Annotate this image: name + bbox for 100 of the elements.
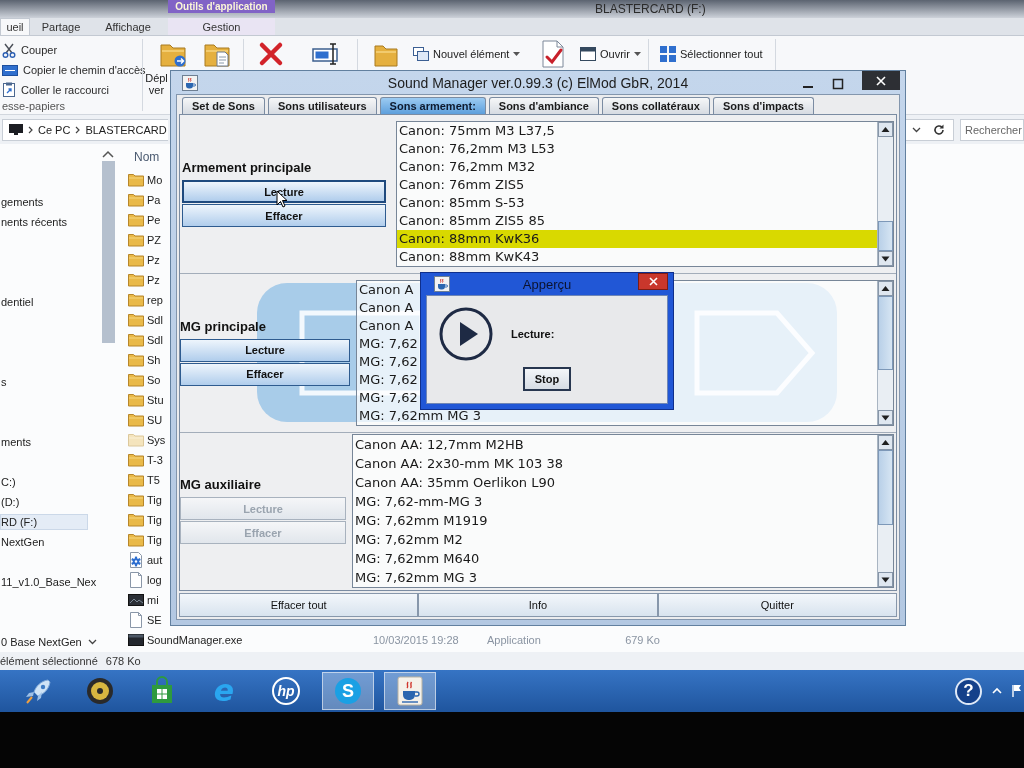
list-item[interactable]: Canon AA: 12,7mm M2HB: [353, 435, 528, 455]
list-item[interactable]: Canon A: [357, 299, 418, 317]
list-item[interactable]: MG: 7,62: [357, 371, 422, 389]
breadcrumb[interactable]: BLASTERCARD: [85, 123, 167, 136]
file-name[interactable]: Tig: [147, 494, 162, 506]
file-name[interactable]: log: [147, 574, 162, 586]
file-name[interactable]: rep: [147, 294, 163, 306]
stop-button[interactable]: Stop: [522, 367, 572, 391]
select-all-button[interactable]: Sélectionner tout: [660, 46, 774, 62]
nav-item[interactable]: gements: [0, 194, 48, 210]
open-button[interactable]: Ouvrir: [580, 46, 646, 62]
scroll-up-icon[interactable]: [878, 281, 893, 296]
nav-item[interactable]: 11_v1.0_Base_Nex: [0, 574, 101, 590]
file-name[interactable]: SoundManager.exe: [147, 634, 243, 646]
file-name[interactable]: Pz: [147, 254, 160, 266]
file-name[interactable]: T5: [147, 474, 160, 486]
ribbon-tab[interactable]: ueil: [0, 18, 30, 35]
scrollbar-thumb[interactable]: [878, 221, 893, 252]
list-item[interactable]: MG: 7,62: [357, 353, 422, 371]
tab[interactable]: Sons utilisateurs: [267, 97, 377, 114]
scroll-up-icon[interactable]: [102, 150, 114, 158]
nav-item[interactable]: 0 Base NextGen: [0, 634, 101, 650]
file-name[interactable]: mi: [147, 594, 159, 606]
x-icon[interactable]: [258, 41, 284, 67]
ribbon-tab[interactable]: Affichage: [92, 18, 164, 35]
checked-page-icon[interactable]: [540, 40, 566, 68]
list-item[interactable]: Canon: 88mm KwK43: [397, 248, 544, 267]
info-button[interactable]: Info: [418, 593, 658, 617]
scrollbar[interactable]: [877, 281, 893, 425]
nav-item[interactable]: ments: [0, 434, 35, 450]
sound-list[interactable]: Canon: 75mm M3 L37,5 Canon: 76,2mm M3 L53 Canon: 76,2mm M32 Canon: 76mm ZIS5 Canon: 85mm S-53 Canon: 85mm ZIS5 85 Canon: 88mm KwK36 Canon: 88mm KwK43: [396, 121, 894, 268]
scroll-up-icon[interactable]: [878, 122, 893, 138]
ribbon-tab[interactable]: Gestion: [168, 18, 275, 35]
scrollbar[interactable]: [877, 122, 893, 267]
file-name[interactable]: Stu: [147, 394, 164, 406]
list-item[interactable]: MG: 7,62: [357, 335, 422, 353]
list-item[interactable]: MG: 7,62mm MG 3: [353, 568, 481, 588]
scrollbar-thumb[interactable]: [101, 161, 115, 343]
list-item[interactable]: Canon A: [357, 317, 418, 335]
file-name[interactable]: Sh: [147, 354, 161, 366]
file-name[interactable]: Pz: [147, 274, 160, 286]
list-item[interactable]: MG: 7,62-mm-MG 3: [353, 492, 487, 512]
tab[interactable]: Sons d'ambiance: [488, 97, 599, 114]
scroll-down-icon[interactable]: [878, 251, 893, 267]
tab[interactable]: Sons collatéraux: [601, 97, 710, 114]
scroll-down-icon[interactable]: [878, 410, 893, 425]
tab[interactable]: Set de Sons: [182, 97, 265, 114]
refresh-icon[interactable]: [933, 123, 945, 136]
list-item[interactable]: Canon: 88mm KwK36: [397, 230, 877, 249]
file-name[interactable]: Sdl: [147, 314, 163, 326]
file-name[interactable]: Mo: [147, 174, 163, 186]
breadcrumb[interactable]: Ce PC: [38, 123, 71, 136]
chevron-down-icon[interactable]: [912, 126, 921, 133]
clear-button[interactable]: Effacer: [182, 204, 386, 228]
chevron-up-icon[interactable]: [992, 687, 1002, 695]
tab[interactable]: Sons d'impacts: [712, 97, 814, 114]
close-button[interactable]: [862, 71, 900, 90]
list-item[interactable]: Canon: 85mm ZIS5 85: [397, 212, 549, 231]
column-header[interactable]: Nom: [134, 150, 160, 164]
file-name[interactable]: SU: [147, 414, 163, 426]
scrollbar[interactable]: [877, 435, 893, 588]
file-name[interactable]: So: [147, 374, 161, 386]
list-item[interactable]: MG: 7,62: [357, 389, 422, 407]
list-item[interactable]: MG: 7,62mm M2: [353, 530, 467, 550]
maximize-icon[interactable]: [832, 77, 844, 90]
nav-item[interactable]: C:): [0, 474, 20, 490]
file-name[interactable]: Pe: [147, 214, 161, 226]
file-name[interactable]: SE: [147, 614, 162, 626]
quit-button[interactable]: Quitter: [657, 593, 897, 617]
list-item[interactable]: Canon AA: 2x30-mm MK 103 38: [353, 454, 568, 474]
scroll-up-icon[interactable]: [878, 435, 893, 451]
taskbar-button[interactable]: hp: [260, 672, 312, 710]
help-button[interactable]: ?: [955, 677, 982, 705]
file-name[interactable]: aut: [147, 554, 163, 566]
file-name[interactable]: Pa: [147, 194, 161, 206]
scrollbar-thumb[interactable]: [878, 296, 893, 370]
ribbon-tab[interactable]: Partage: [30, 18, 92, 35]
nav-item[interactable]: dentiel: [0, 294, 38, 310]
list-item[interactable]: MG: 7,62mm M640: [353, 549, 484, 569]
close-button[interactable]: [638, 273, 668, 290]
list-item[interactable]: Canon: 76mm ZIS5: [397, 176, 529, 195]
list-item[interactable]: Canon A: [357, 281, 418, 299]
nav-item[interactable]: NextGen: [0, 534, 49, 550]
file-name[interactable]: T-3: [147, 454, 163, 466]
play-button[interactable]: Lecture: [182, 180, 386, 204]
list-item[interactable]: Canon: 76,2mm M32: [397, 158, 540, 177]
list-item[interactable]: Canon: 75mm M3 L37,5: [397, 122, 559, 141]
scrollbar-thumb[interactable]: [878, 450, 893, 526]
list-item[interactable]: MG: 7,62mm M1919: [353, 511, 492, 531]
list-item[interactable]: Canon: 85mm S-53: [397, 194, 529, 213]
taskbar-button[interactable]: [384, 672, 436, 710]
clear-all-button[interactable]: Effacer tout: [179, 593, 419, 617]
ribbon-command[interactable]: Couper: [2, 40, 58, 60]
nav-item[interactable]: RD (F:): [0, 514, 88, 530]
address-bar[interactable]: Ce PC BLASTERCARD: [2, 118, 168, 141]
nav-item[interactable]: (D:): [0, 494, 24, 510]
list-item[interactable]: MG: 7,62mm MG 3: [357, 407, 485, 425]
scroll-down-icon[interactable]: [878, 572, 893, 588]
play-button[interactable]: Lecture: [180, 339, 350, 362]
ribbon-command[interactable]: Copier le chemin d'accès: [2, 60, 146, 80]
